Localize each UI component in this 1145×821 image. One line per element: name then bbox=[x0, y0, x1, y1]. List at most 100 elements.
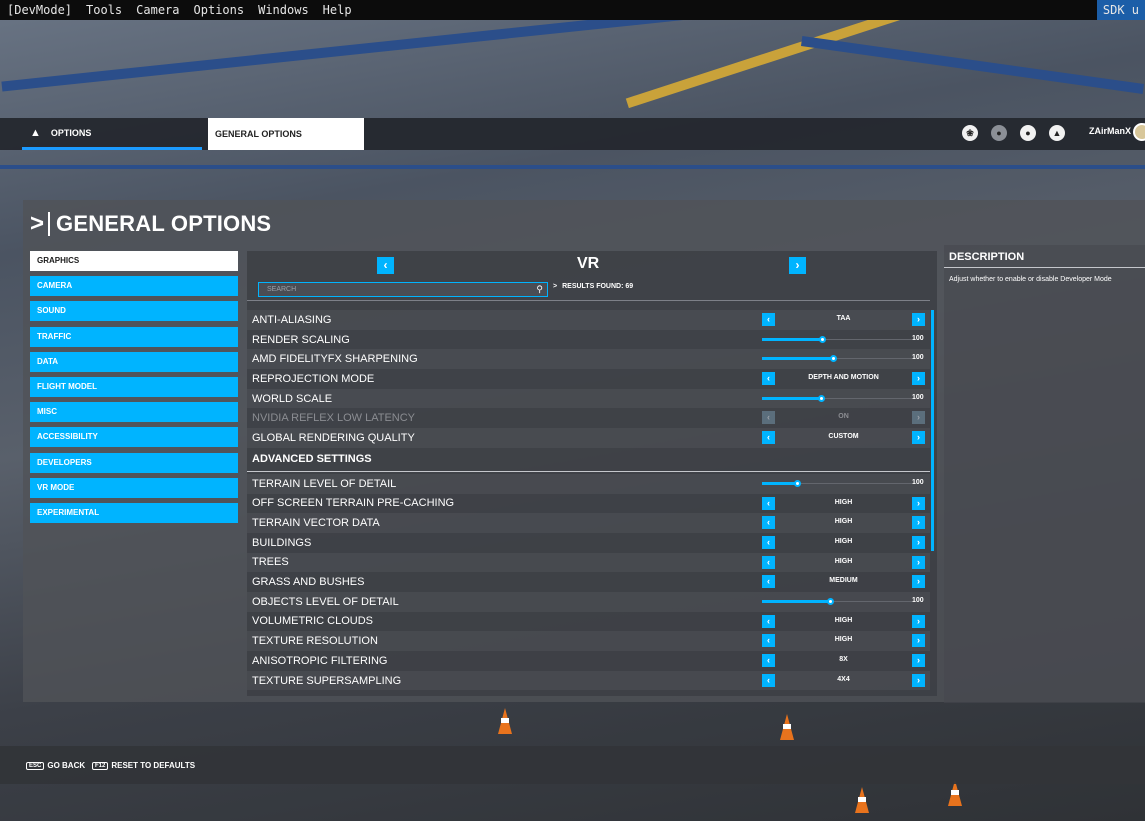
setting-label: WORLD SCALE bbox=[252, 392, 333, 405]
setting-slider[interactable] bbox=[762, 355, 912, 363]
next-value-button[interactable]: › bbox=[912, 372, 925, 386]
marketplace-icon[interactable]: ❀ bbox=[962, 125, 978, 141]
setting-slider[interactable] bbox=[762, 394, 912, 402]
next-value-button[interactable]: › bbox=[912, 634, 925, 648]
setting-row[interactable]: NVIDIA REFLEX LOW LATENCY ‹ ON › bbox=[247, 408, 930, 428]
prev-value-button[interactable]: ‹ bbox=[762, 411, 775, 425]
prev-section-button[interactable]: ‹ bbox=[377, 257, 394, 274]
prev-value-button[interactable]: ‹ bbox=[762, 673, 775, 687]
results-text: RESULTS FOUND: 69 bbox=[562, 283, 634, 290]
prev-value-button[interactable]: ‹ bbox=[762, 496, 775, 510]
next-value-button[interactable]: › bbox=[912, 673, 925, 687]
setting-row[interactable]: WORLD SCALE 100 bbox=[247, 388, 930, 409]
next-section-button[interactable]: › bbox=[789, 257, 806, 274]
setting-slider[interactable] bbox=[762, 597, 912, 605]
setting-row[interactable]: OFF SCREEN TERRAIN PRE-CACHING ‹ HIGH › bbox=[247, 494, 930, 514]
setting-row[interactable]: RENDER SCALING 100 bbox=[247, 330, 930, 350]
notifications-icon[interactable]: ▲ bbox=[1049, 125, 1065, 141]
slider-handle[interactable] bbox=[826, 597, 834, 605]
next-value-button[interactable]: › bbox=[912, 535, 925, 549]
menu-help[interactable]: Help bbox=[316, 3, 359, 17]
search-input[interactable]: SEARCH ⚲ bbox=[258, 282, 548, 297]
setting-value: ON bbox=[838, 413, 849, 421]
setting-row[interactable]: GLOBAL RENDERING QUALITY ‹ CUSTOM › bbox=[247, 428, 930, 448]
slider-fill bbox=[762, 396, 821, 400]
category-misc[interactable]: MISC bbox=[30, 402, 238, 423]
setting-row[interactable]: GRASS AND BUSHES ‹ MEDIUM › bbox=[247, 572, 930, 592]
slider-handle[interactable] bbox=[793, 479, 801, 487]
setting-label: TEXTURE SUPERSAMPLING bbox=[252, 674, 402, 687]
next-value-button[interactable]: › bbox=[912, 496, 925, 510]
search-placeholder: SEARCH bbox=[267, 286, 297, 293]
avatar[interactable] bbox=[1133, 123, 1145, 141]
menu-windows[interactable]: Windows bbox=[251, 3, 316, 17]
scrollbar[interactable] bbox=[931, 310, 934, 551]
setting-row[interactable]: ANTI-ALIASING ‹ TAA › bbox=[247, 310, 930, 330]
prev-value-button[interactable]: ‹ bbox=[762, 575, 775, 589]
category-camera[interactable]: CAMERA bbox=[30, 276, 238, 297]
slider-fill bbox=[762, 599, 830, 603]
category-data[interactable]: DATA bbox=[30, 351, 238, 372]
prev-value-button[interactable]: ‹ bbox=[762, 654, 775, 667]
setting-row[interactable]: ANISOTROPIC FILTERING ‹ 8X › bbox=[247, 651, 930, 671]
setting-row[interactable]: TEXTURE SUPERSAMPLING ‹ 4X4 › bbox=[247, 670, 930, 691]
category-graphics[interactable]: GRAPHICS bbox=[30, 251, 238, 271]
category-experimental[interactable]: EXPERIMENTAL bbox=[30, 502, 238, 523]
group-icon[interactable]: ● bbox=[991, 125, 1007, 141]
menu-tools[interactable]: Tools bbox=[79, 3, 129, 17]
setting-row[interactable]: BUILDINGS ‹ HIGH › bbox=[247, 533, 930, 553]
category-vr-mode[interactable]: VR MODE bbox=[30, 477, 238, 498]
setting-row[interactable]: AMD FIDELITYFX SHARPENING 100 bbox=[247, 349, 930, 370]
next-value-button[interactable]: › bbox=[912, 313, 925, 326]
next-value-button[interactable]: › bbox=[912, 575, 925, 589]
category-developers[interactable]: DEVELOPERS bbox=[30, 452, 238, 473]
setting-row[interactable]: REPROJECTION MODE ‹ DEPTH AND MOTION › bbox=[247, 369, 930, 389]
slider-handle[interactable] bbox=[819, 335, 826, 343]
prev-value-button[interactable]: ‹ bbox=[762, 516, 775, 530]
next-value-button[interactable]: › bbox=[912, 654, 925, 667]
prev-value-button[interactable]: ‹ bbox=[762, 634, 775, 648]
setting-row[interactable]: TERRAIN LEVEL OF DETAIL 100 bbox=[247, 473, 930, 494]
next-value-button[interactable]: › bbox=[912, 431, 925, 445]
slider-handle[interactable] bbox=[817, 394, 825, 402]
next-value-button[interactable]: › bbox=[912, 516, 925, 530]
reset-defaults-button[interactable]: F12 RESET TO DEFAULTS bbox=[92, 761, 195, 770]
section-title: VR bbox=[577, 255, 600, 272]
menu-devmode[interactable]: [DevMode] bbox=[0, 3, 79, 17]
category-sound[interactable]: SOUND bbox=[30, 301, 238, 322]
setting-slider[interactable] bbox=[762, 335, 912, 343]
menu-camera[interactable]: Camera bbox=[129, 3, 186, 17]
prev-value-button[interactable]: ‹ bbox=[762, 614, 775, 628]
setting-row[interactable]: TEXTURE RESOLUTION ‹ HIGH › bbox=[247, 631, 930, 651]
setting-row[interactable]: VOLUMETRIC CLOUDS ‹ HIGH › bbox=[247, 612, 930, 632]
tab-options[interactable]: ▲ OPTIONS bbox=[22, 118, 202, 150]
slider-handle[interactable] bbox=[829, 355, 837, 363]
prev-value-button[interactable]: ‹ bbox=[762, 431, 775, 445]
menu-options[interactable]: Options bbox=[187, 3, 252, 17]
prev-value-button[interactable]: ‹ bbox=[762, 555, 775, 569]
go-back-button[interactable]: ESC GO BACK bbox=[26, 761, 85, 770]
setting-row[interactable]: TERRAIN VECTOR DATA ‹ HIGH › bbox=[247, 513, 930, 533]
setting-value: HIGH bbox=[834, 498, 853, 506]
setting-row[interactable]: OBJECTS LEVEL OF DETAIL 100 bbox=[247, 591, 930, 612]
setting-slider[interactable] bbox=[762, 479, 912, 487]
category-traffic[interactable]: TRAFFIC bbox=[30, 326, 238, 347]
search-icon[interactable]: ⚲ bbox=[536, 283, 543, 296]
sdk-button[interactable]: SDK u bbox=[1096, 0, 1145, 20]
next-value-button[interactable]: › bbox=[912, 411, 925, 425]
prev-value-button[interactable]: ‹ bbox=[762, 535, 775, 549]
setting-value: DEPTH AND MOTION bbox=[808, 374, 879, 382]
section-header: ‹ VR › bbox=[247, 251, 937, 279]
username[interactable]: ZAirManX bbox=[1089, 126, 1131, 136]
category-flight-model[interactable]: FLIGHT MODEL bbox=[30, 376, 238, 397]
category-accessibility[interactable]: ACCESSIBILITY bbox=[30, 427, 238, 448]
setting-label: REPROJECTION MODE bbox=[252, 372, 375, 385]
profile-icon[interactable]: ● bbox=[1020, 125, 1036, 141]
home-icon[interactable]: ▲ bbox=[30, 127, 41, 139]
prev-value-button[interactable]: ‹ bbox=[762, 372, 775, 386]
next-value-button[interactable]: › bbox=[912, 614, 925, 628]
tab-general-options[interactable]: GENERAL OPTIONS bbox=[208, 118, 364, 150]
setting-row[interactable]: TREES ‹ HIGH › bbox=[247, 552, 930, 573]
prev-value-button[interactable]: ‹ bbox=[762, 313, 775, 326]
next-value-button[interactable]: › bbox=[912, 555, 925, 569]
